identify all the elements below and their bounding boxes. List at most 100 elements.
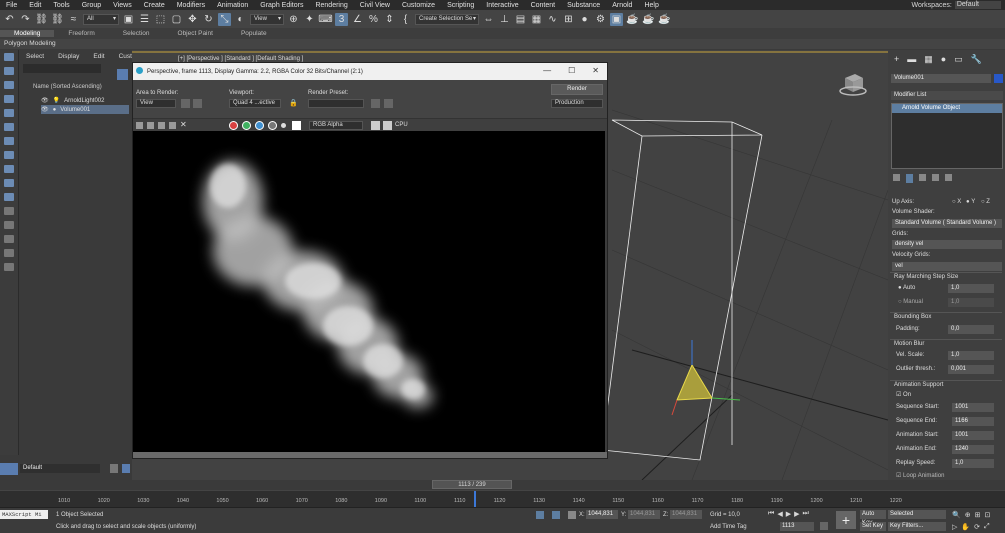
monochrome-icon[interactable] [281, 123, 286, 128]
copy-image-icon[interactable] [147, 122, 154, 129]
menu-item-substance[interactable]: Substance [561, 2, 606, 9]
key-selection-dropdown[interactable]: Selected [888, 510, 946, 519]
maxscript-listener[interactable]: MAXScript Mi [0, 510, 48, 519]
toggle-overlay-icon[interactable] [383, 121, 392, 130]
go-to-start-icon[interactable]: ⏮ [768, 510, 774, 518]
configure-sets-icon[interactable] [945, 174, 952, 181]
edit-named-sets-icon[interactable]: { [399, 13, 412, 26]
viewport-dropdown[interactable]: Quad 4 ...ective [229, 99, 281, 108]
vel-scale-spinner[interactable]: 1,0 [948, 351, 994, 360]
reference-coord-dropdown[interactable]: View [250, 13, 284, 25]
clear-icon[interactable]: ✕ [180, 120, 187, 129]
display-helpers-icon[interactable] [4, 123, 14, 131]
render-window-scrollbar[interactable] [133, 452, 607, 458]
production-dropdown[interactable]: Production [551, 99, 603, 108]
menu-item-animation[interactable]: Animation [211, 2, 254, 9]
layer-dropdown[interactable]: Default [20, 464, 100, 473]
tab-modeling[interactable]: Modeling [0, 30, 55, 37]
swatch-icon[interactable] [292, 121, 301, 130]
list-item[interactable]: 👁 💡 ArnoldLight002 [41, 96, 129, 105]
remove-modifier-icon[interactable] [932, 174, 939, 181]
display-cameras-icon[interactable] [4, 109, 14, 117]
x-coordinate-field[interactable]: 1044,831 [586, 510, 618, 519]
menu-item-edit[interactable]: Edit [23, 2, 47, 9]
seq-end-spinner[interactable]: 1166 [952, 417, 994, 426]
workspaces-dropdown[interactable]: Default [954, 1, 1001, 9]
set-key-mode-icon[interactable]: + [836, 511, 856, 529]
go-to-end-icon[interactable]: ⏭ [802, 510, 808, 518]
scale-icon[interactable]: ⤡ [218, 12, 231, 26]
menu-item-views[interactable]: Views [107, 2, 138, 9]
menu-item-create[interactable]: Create [138, 2, 171, 9]
auto-radio[interactable]: ● Auto [898, 285, 915, 291]
menu-item-tools[interactable]: Tools [47, 2, 75, 9]
menu-item-customize[interactable]: Customize [396, 2, 441, 9]
render-button[interactable]: Render [551, 84, 603, 95]
pin-stack-icon[interactable] [893, 174, 900, 181]
display-shapes-icon[interactable] [4, 81, 14, 89]
blue-channel-icon[interactable] [255, 121, 264, 130]
velocity-grids-input[interactable]: vel [892, 262, 1002, 271]
track-bar[interactable]: 1010 1020 1030 1040 1050 1060 1070 1080 1090 1100… [0, 490, 1005, 507]
object-name-input[interactable]: Volume001 [891, 74, 991, 83]
render-setup-icon[interactable]: ⚙ [594, 13, 607, 26]
display-bones-icon[interactable] [4, 179, 14, 187]
layer-manager-icon[interactable] [110, 464, 118, 473]
volume-shader-button[interactable]: Standard Volume ( Standard Volume ) [892, 219, 1002, 228]
filter-icon[interactable] [117, 69, 128, 80]
pan-icon[interactable]: ✋ [961, 523, 970, 531]
environment-icon[interactable] [384, 99, 393, 108]
time-slider-handle[interactable]: 1113 / 239 [432, 480, 512, 489]
named-selection-dropdown[interactable]: Create Selection Se [415, 13, 479, 25]
close-icon[interactable]: ✕ [592, 66, 599, 75]
move-icon[interactable]: ✥ [186, 13, 199, 26]
display-spacewarps-icon[interactable] [4, 137, 14, 145]
save-image-icon[interactable] [136, 122, 143, 129]
zoom-all-icon[interactable]: ⊕ [965, 511, 971, 519]
display-hidden-icon[interactable] [4, 221, 14, 229]
field-of-view-icon[interactable]: ▷ [952, 523, 957, 531]
menu-item-interactive[interactable]: Interactive [480, 2, 524, 9]
angle-snap-icon[interactable]: ∠ [351, 13, 364, 26]
explorer-menu-select[interactable]: Select [19, 53, 51, 60]
auto-region-icon[interactable] [193, 99, 202, 108]
zoom-extents-icon[interactable]: ⊞ [975, 511, 981, 519]
object-color-swatch[interactable] [994, 74, 1003, 83]
maximize-icon[interactable]: ☐ [568, 66, 575, 75]
viewcube-icon[interactable] [837, 68, 867, 98]
rendered-frame-window-icon[interactable]: ▣ [610, 12, 623, 26]
tab-populate[interactable]: Populate [227, 30, 281, 37]
area-to-render-dropdown[interactable]: View [136, 99, 176, 108]
auto-step-spinner[interactable]: 1,0 [948, 284, 994, 293]
rendered-image[interactable] [133, 131, 605, 455]
render-setup-icon[interactable] [371, 99, 380, 108]
redo-icon[interactable]: ↷ [19, 13, 32, 26]
next-frame-icon[interactable]: ▶ [794, 510, 799, 518]
outlier-spinner[interactable]: 0,001 [948, 365, 994, 374]
manual-radio[interactable]: ○ Manual [898, 299, 923, 305]
alpha-channel-icon[interactable] [268, 121, 277, 130]
display-containers-icon[interactable] [4, 193, 14, 201]
render-window-titlebar[interactable]: Perspective, frame 1113, Display Gamma: … [133, 63, 607, 80]
list-item-selected[interactable]: 👁 ● Volume001 [41, 105, 129, 114]
layer-icon[interactable] [4, 263, 14, 271]
modify-tab-icon[interactable]: ▬ [907, 54, 916, 66]
on-checkbox[interactable]: ☑ On [896, 391, 911, 398]
link-icon[interactable]: ⛓ [35, 13, 48, 26]
modifier-stack-item[interactable]: Arnold Volume Object [892, 104, 1002, 113]
padding-spinner[interactable]: 0,0 [948, 325, 994, 334]
align-icon[interactable]: ⊥ [498, 13, 511, 26]
isolate-selection-icon[interactable] [536, 511, 544, 519]
toggle-ui-icon[interactable] [371, 121, 380, 130]
display-channel-dropdown[interactable]: RGB Alpha [309, 121, 363, 130]
y-coordinate-field[interactable]: 1044,831 [628, 510, 660, 519]
replay-speed-spinner[interactable]: 1,0 [952, 459, 994, 468]
maximize-viewport-icon[interactable]: ⤢ [984, 523, 990, 531]
eye-icon[interactable]: 👁 [41, 106, 49, 113]
explorer-column-header[interactable]: Name (Sorted Ascending) [33, 84, 102, 90]
menu-item-civil-view[interactable]: Civil View [354, 2, 396, 9]
play-icon[interactable]: ▶ [786, 510, 791, 518]
spinner-snap-icon[interactable]: ⇕ [383, 13, 396, 26]
menu-item-content[interactable]: Content [525, 2, 562, 9]
menu-item-rendering[interactable]: Rendering [309, 2, 353, 9]
